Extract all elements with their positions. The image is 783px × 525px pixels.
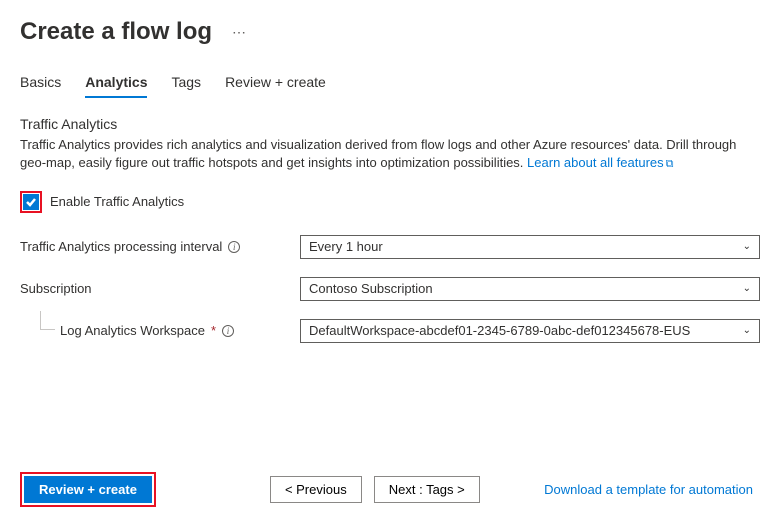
interval-label: Traffic Analytics processing interval <box>20 239 222 254</box>
tab-tags[interactable]: Tags <box>171 74 201 98</box>
subscription-dropdown[interactable]: Contoso Subscription ⌄ <box>300 277 760 301</box>
section-title: Traffic Analytics <box>20 116 763 132</box>
enable-traffic-analytics-checkbox[interactable] <box>23 194 39 210</box>
section-description: Traffic Analytics provides rich analytic… <box>20 136 763 173</box>
interval-dropdown[interactable]: Every 1 hour ⌄ <box>300 235 760 259</box>
subscription-label: Subscription <box>20 281 92 296</box>
page-title: Create a flow log <box>20 18 212 46</box>
workspace-value: DefaultWorkspace-abcdef01-2345-6789-0abc… <box>309 323 690 338</box>
learn-link[interactable]: Learn about all features⧉ <box>527 155 673 170</box>
chevron-down-icon: ⌄ <box>743 325 751 336</box>
tab-review[interactable]: Review + create <box>225 74 326 98</box>
workspace-label: Log Analytics Workspace <box>60 323 205 338</box>
tabs: Basics Analytics Tags Review + create <box>20 74 763 98</box>
info-icon[interactable]: i <box>222 325 234 337</box>
review-create-button[interactable]: Review + create <box>24 476 152 503</box>
interval-value: Every 1 hour <box>309 239 383 254</box>
download-template-link[interactable]: Download a template for automation <box>544 482 753 497</box>
tab-analytics[interactable]: Analytics <box>85 74 147 98</box>
previous-button[interactable]: < Previous <box>270 476 362 503</box>
chevron-down-icon: ⌄ <box>743 241 751 252</box>
info-icon[interactable]: i <box>228 241 240 253</box>
workspace-dropdown[interactable]: DefaultWorkspace-abcdef01-2345-6789-0abc… <box>300 319 760 343</box>
subscription-value: Contoso Subscription <box>309 281 433 296</box>
enable-traffic-analytics-label: Enable Traffic Analytics <box>50 194 184 209</box>
required-indicator: * <box>211 323 216 338</box>
next-button[interactable]: Next : Tags > <box>374 476 480 503</box>
external-link-icon: ⧉ <box>666 158 674 170</box>
tab-basics[interactable]: Basics <box>20 74 61 98</box>
chevron-down-icon: ⌄ <box>743 283 751 294</box>
more-icon[interactable]: ⋯ <box>232 24 247 41</box>
